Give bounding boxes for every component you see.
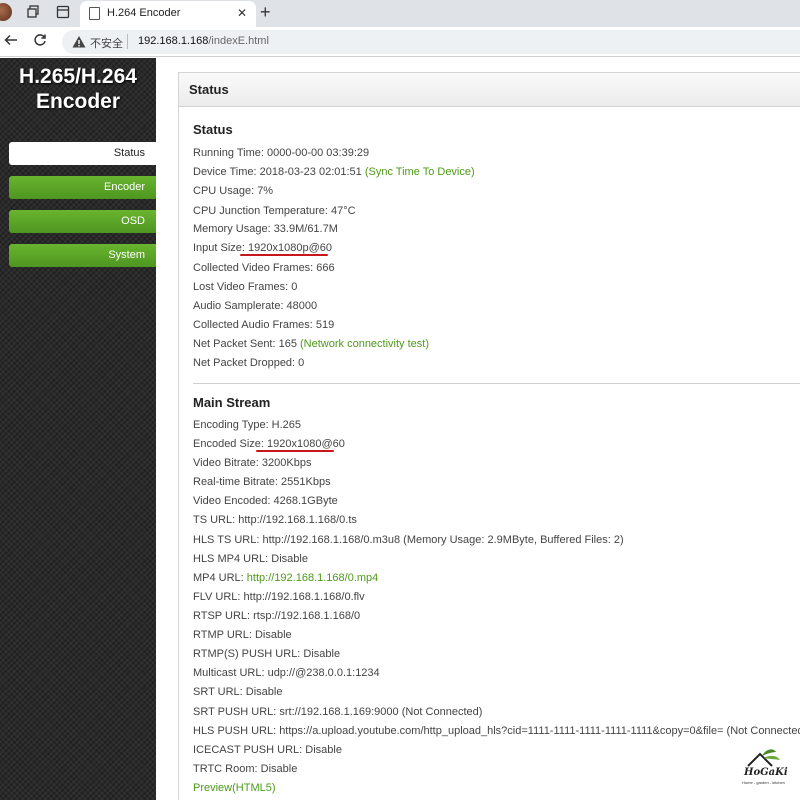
realtime-bitrate: Real-time Bitrate: 2551Kbps: [193, 476, 331, 488]
panel-header: Status: [179, 73, 800, 107]
video-encoded: Video Encoded: 4268.1GByte: [193, 495, 338, 507]
trtc-room: TRTC Room: Disable: [193, 763, 298, 775]
sidebar-item-status[interactable]: Status: [9, 142, 156, 165]
flv-url: FLV URL: http://192.168.1.168/0.flv: [193, 591, 365, 603]
brand-line-1: H.265/H.264: [19, 65, 137, 88]
url-text[interactable]: 192.168.1.168/indexE.html: [138, 35, 269, 47]
running-time: Running Time: 0000-00-00 03:39:29: [193, 147, 370, 159]
encoded-size-value: 1920x1080@60: [267, 438, 345, 450]
rtmp-url: RTMP URL: Disable: [193, 629, 292, 641]
logo-tagline: Home - garden - kitchen: [742, 780, 785, 785]
ts-url: TS URL: http://192.168.1.168/0.ts: [193, 514, 357, 526]
sidebar-item-osd[interactable]: OSD: [9, 210, 156, 233]
input-size-row: Input Size: 1920x1080p@60: [193, 241, 332, 255]
brand-line-2: Encoder: [35, 90, 121, 113]
new-tab-icon[interactable]: +: [260, 3, 271, 21]
hls-mp4-url: HLS MP4 URL: Disable: [193, 553, 308, 565]
tab-actions-icon[interactable]: [55, 5, 71, 21]
url-host: 192.168.1.168: [138, 35, 209, 47]
status-section-title: Status: [193, 122, 233, 137]
encoding-type: Encoding Type: H.265: [193, 419, 302, 431]
reload-icon[interactable]: [33, 33, 47, 51]
main-content: Status Status Running Time: 0000-00-00 0…: [156, 58, 800, 800]
back-arrow-icon[interactable]: [4, 33, 18, 51]
input-size-label: Input Size:: [193, 242, 249, 254]
net-packet-sent: Net Packet Sent: 165: [193, 338, 301, 350]
cpu-usage: CPU Usage: 7%: [193, 185, 274, 197]
tab-title: H.264 Encoder: [107, 7, 181, 19]
hls-push-url: HLS PUSH URL: https://a.upload.youtube.c…: [193, 725, 800, 737]
address-toolbar: 不安全 192.168.1.168/indexE.html: [0, 27, 800, 57]
mp4-url-row: MP4 URL: http://192.168.1.168/0.mp4: [193, 571, 378, 585]
device-time-row: Device Time: 2018-03-23 02:01:51 (Sync T…: [193, 165, 475, 179]
collected-audio-frames: Collected Audio Frames: 519: [193, 319, 335, 331]
insecure-label[interactable]: 不安全: [90, 35, 123, 51]
brand-title: H.265/H.264 Encoder: [0, 64, 156, 114]
icecast-push-url: ICECAST PUSH URL: Disable: [193, 744, 342, 756]
sidebar-item-system[interactable]: System: [9, 244, 156, 267]
logo-name: HoGaKi: [744, 767, 788, 778]
browser-tab-active[interactable]: H.264 Encoder ✕: [80, 1, 256, 27]
rtsp-url: RTSP URL: rtsp://192.168.1.168/0: [193, 610, 361, 622]
device-time: Device Time: 2018-03-23 02:01:51: [193, 166, 365, 178]
net-packet-dropped: Net Packet Dropped: 0: [193, 357, 305, 369]
collected-video-frames: Collected Video Frames: 666: [193, 262, 335, 274]
mp4-url-link[interactable]: http://192.168.1.168/0.mp4: [247, 572, 379, 584]
rtmps-push-url: RTMP(S) PUSH URL: Disable: [193, 648, 341, 660]
hls-ts-url: HLS TS URL: http://192.168.1.168/0.m3u8 …: [193, 534, 624, 546]
sidebar: H.265/H.264 Encoder Status Encoder OSD S…: [0, 58, 156, 800]
main-stream-title: Main Stream: [193, 395, 271, 410]
input-size-underline: [240, 254, 328, 256]
close-icon[interactable]: ✕: [237, 6, 247, 20]
encoded-size-underline: [256, 450, 334, 452]
cpu-temperature: CPU Junction Temperature: 47°C: [193, 205, 356, 217]
url-separator: [127, 34, 128, 49]
video-bitrate: Video Bitrate: 3200Kbps: [193, 457, 312, 469]
workspaces-icon[interactable]: [26, 5, 42, 21]
url-input[interactable]: 不安全 192.168.1.168/indexE.html: [62, 30, 800, 54]
section-divider: [193, 383, 800, 384]
preview-html5-link[interactable]: Preview(HTML5): [193, 781, 276, 795]
multicast-url: Multicast URL: udp://@238.0.0.1:1234: [193, 667, 380, 679]
srt-push-url: SRT PUSH URL: srt://192.168.1.169:9000 (…: [193, 706, 483, 718]
input-size-value: 1920x1080p@60: [248, 242, 333, 254]
sync-time-link[interactable]: (Sync Time To Device): [365, 166, 475, 178]
memory-usage: Memory Usage: 33.9M/61.7M: [193, 223, 338, 235]
mp4-url-label: MP4 URL:: [193, 572, 247, 584]
warning-icon[interactable]: [72, 35, 86, 49]
net-packet-sent-row: Net Packet Sent: 165 (Network connectivi…: [193, 337, 429, 351]
browser-tab-bar: H.264 Encoder ✕ +: [0, 0, 800, 27]
network-test-link[interactable]: (Network connectivity test): [300, 338, 429, 350]
audio-samplerate: Audio Samplerate: 48000: [193, 300, 318, 312]
srt-url: SRT URL: Disable: [193, 686, 283, 698]
page-icon: [89, 7, 100, 20]
profile-avatar[interactable]: [0, 3, 12, 21]
lost-video-frames: Lost Video Frames: 0: [193, 281, 298, 293]
url-path: /indexE.html: [208, 35, 269, 47]
panel-title: Status: [189, 82, 229, 97]
sidebar-item-encoder[interactable]: Encoder: [9, 176, 156, 199]
encoded-size-row: Encoded Size: 1920x1080@60: [193, 437, 345, 451]
encoded-size-label: Encoded Size:: [193, 438, 267, 450]
